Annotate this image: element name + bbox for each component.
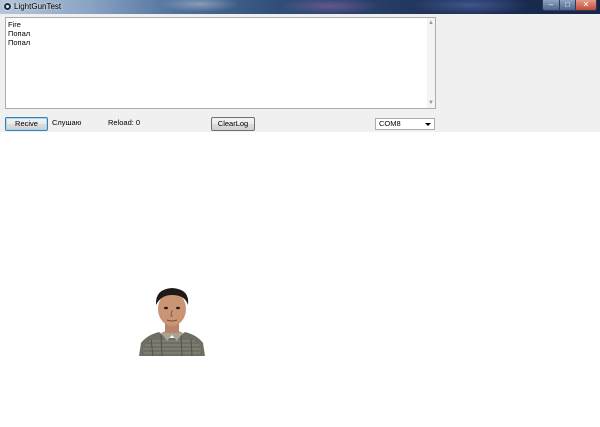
titlebar-background: [0, 0, 600, 14]
minimize-icon: –: [548, 0, 554, 9]
minimize-button[interactable]: –: [542, 0, 560, 11]
log-textbox[interactable]: Fire Попал Попал ▲ ▼: [5, 17, 436, 109]
target-person-image[interactable]: [137, 283, 207, 356]
close-icon: ✕: [582, 0, 590, 9]
chevron-down-icon[interactable]: [425, 123, 431, 126]
log-line: Попал: [8, 29, 31, 38]
close-button[interactable]: ✕: [575, 0, 597, 11]
app-icon[interactable]: [3, 2, 12, 11]
window-title: LightGunTest: [14, 2, 62, 11]
reload-counter: Reload: 0: [108, 118, 141, 127]
maximize-icon: □: [565, 0, 570, 9]
log-lines: Fire Попал Попал: [8, 20, 30, 47]
scroll-up-arrow-icon[interactable]: ▲: [427, 19, 435, 27]
log-line: Fire: [8, 20, 21, 29]
scroll-down-arrow-icon[interactable]: ▼: [427, 99, 435, 107]
com-port-select[interactable]: COM8: [375, 118, 435, 130]
log-scrollbar[interactable]: ▲ ▼: [427, 18, 435, 108]
com-port-value: COM8: [379, 119, 401, 128]
window-titlebar[interactable]: LightGunTest – □ ✕: [0, 0, 600, 14]
maximize-button[interactable]: □: [559, 0, 576, 11]
log-line: Попал: [8, 38, 31, 47]
status-label: Слушаю: [52, 118, 82, 127]
recive-button[interactable]: Recive: [5, 117, 48, 131]
target-shirt: [139, 332, 205, 356]
clearlog-button[interactable]: ClearLog: [211, 117, 255, 131]
